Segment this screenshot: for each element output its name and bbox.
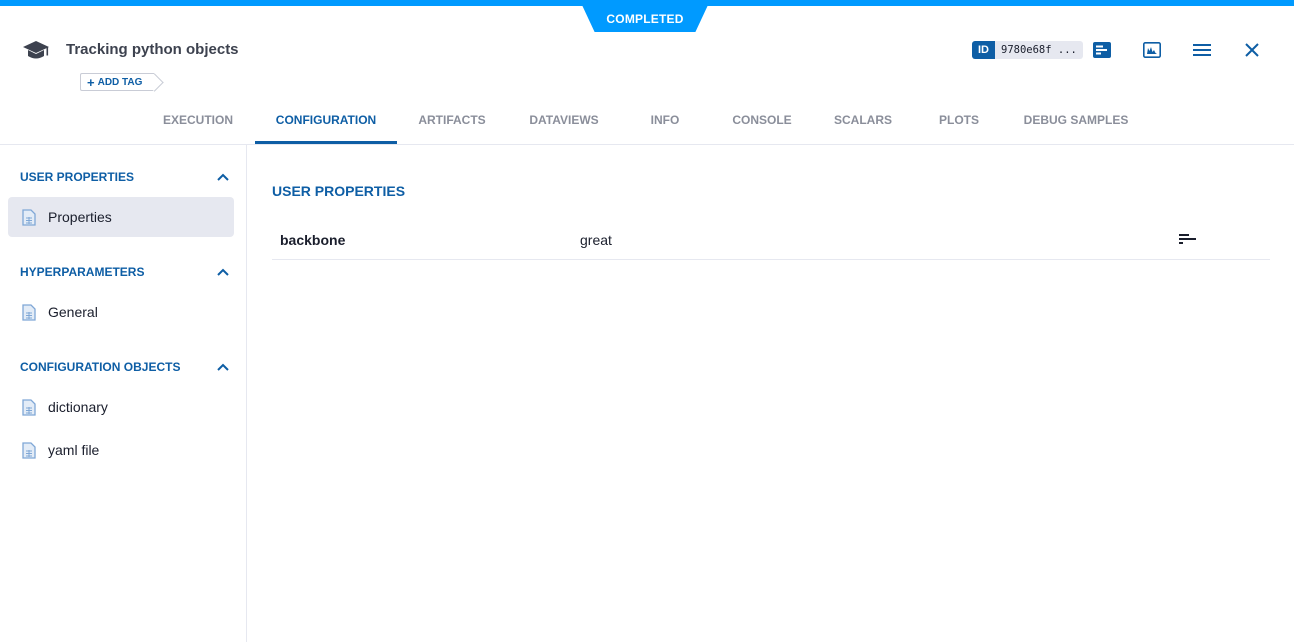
tab-debug-samples[interactable]: DEBUG SAMPLES bbox=[1012, 104, 1140, 144]
document-icon bbox=[22, 208, 36, 226]
tab-dataviews[interactable]: DATAVIEWS bbox=[515, 104, 613, 144]
sidebar-item-dictionary[interactable]: dictionary bbox=[8, 387, 234, 427]
config-sidebar: USER PROPERTIES Properties HYPERPARAMETE… bbox=[0, 145, 247, 642]
results-panel-button[interactable] bbox=[1142, 40, 1162, 60]
tab-artifacts[interactable]: ARTIFACTS bbox=[406, 104, 498, 144]
chevron-up-icon bbox=[217, 363, 229, 371]
add-tag-button[interactable]: + ADD TAG bbox=[80, 73, 155, 91]
tab-scalars[interactable]: SCALARS bbox=[822, 104, 904, 144]
section-configuration-objects[interactable]: CONFIGURATION OBJECTS bbox=[20, 357, 230, 377]
close-button[interactable] bbox=[1242, 40, 1262, 60]
menu-icon bbox=[1193, 44, 1211, 56]
sidebar-item-general[interactable]: General bbox=[8, 292, 234, 332]
section-title: USER PROPERTIES bbox=[20, 170, 135, 184]
description-icon[interactable] bbox=[1178, 231, 1198, 247]
close-icon bbox=[1245, 43, 1259, 57]
sidebar-item-label: General bbox=[48, 304, 98, 320]
property-value: great bbox=[580, 232, 612, 248]
info-panel-button[interactable] bbox=[1092, 40, 1112, 60]
task-title: Tracking python objects bbox=[66, 41, 239, 58]
task-id-badge[interactable]: ID 9780e68f ... bbox=[972, 41, 1083, 59]
property-row: backbone great bbox=[272, 223, 1270, 260]
sidebar-item-label: yaml file bbox=[48, 442, 100, 458]
sidebar-item-yaml-file[interactable]: yaml file bbox=[8, 430, 234, 470]
chevron-up-icon bbox=[217, 268, 229, 276]
tab-plots[interactable]: PLOTS bbox=[926, 104, 992, 144]
id-label: ID bbox=[972, 41, 995, 59]
menu-button[interactable] bbox=[1192, 40, 1212, 60]
tab-console[interactable]: CONSOLE bbox=[719, 104, 805, 144]
section-hyperparameters[interactable]: HYPERPARAMETERS bbox=[20, 262, 230, 282]
tab-info[interactable]: INFO bbox=[635, 104, 695, 144]
sidebar-item-properties[interactable]: Properties bbox=[8, 197, 234, 237]
id-value: 9780e68f ... bbox=[995, 41, 1083, 59]
panel-title: USER PROPERTIES bbox=[272, 183, 406, 199]
info-panel-icon bbox=[1093, 42, 1111, 58]
property-key: backbone bbox=[280, 232, 346, 248]
graduation-cap-icon bbox=[23, 41, 49, 59]
plus-icon: + bbox=[87, 74, 95, 90]
status-badge: COMPLETED bbox=[582, 5, 708, 32]
tab-bar: EXECUTION CONFIGURATION ARTIFACTS DATAVI… bbox=[0, 104, 1294, 145]
tab-execution[interactable]: EXECUTION bbox=[148, 104, 248, 144]
document-icon bbox=[22, 303, 36, 321]
sidebar-item-label: dictionary bbox=[48, 399, 108, 415]
properties-panel: USER PROPERTIES backbone great bbox=[247, 145, 1294, 642]
section-title: CONFIGURATION OBJECTS bbox=[20, 360, 181, 374]
document-icon bbox=[22, 398, 36, 416]
section-title: HYPERPARAMETERS bbox=[20, 265, 145, 279]
chevron-up-icon bbox=[217, 173, 229, 181]
add-tag-label: ADD TAG bbox=[97, 76, 143, 88]
tab-configuration[interactable]: CONFIGURATION bbox=[255, 104, 397, 144]
section-user-properties[interactable]: USER PROPERTIES bbox=[20, 167, 230, 187]
sidebar-item-label: Properties bbox=[48, 209, 112, 225]
document-icon bbox=[22, 441, 36, 459]
results-panel-icon bbox=[1143, 42, 1161, 58]
